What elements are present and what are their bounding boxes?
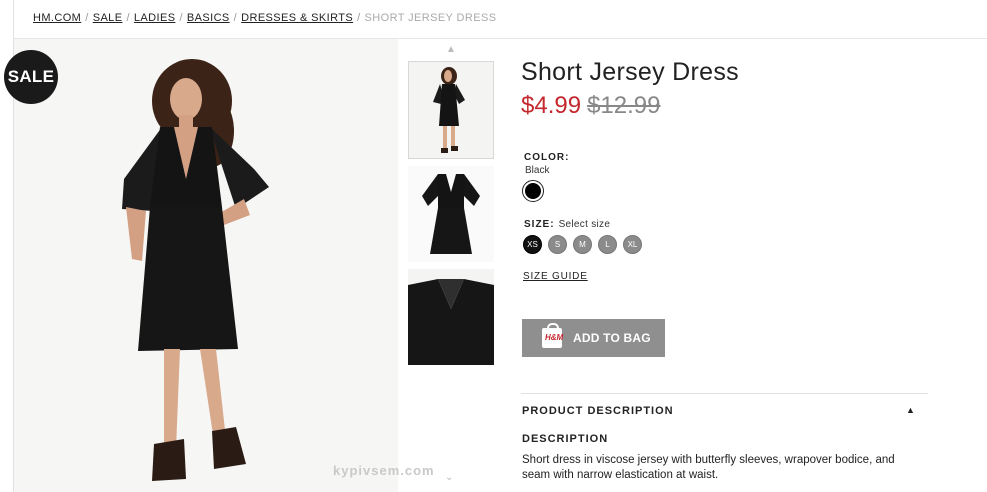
breadcrumb-separator: / [179,12,183,24]
thumbnail-3[interactable] [408,269,494,365]
original-price: $12.99 [587,92,661,119]
breadcrumb-link-dresses-skirts[interactable]: DRESSES & SKIRTS [241,12,353,24]
model-face [170,78,202,120]
add-to-bag-label: ADD TO BAG [573,331,651,345]
thumbnail-1[interactable] [408,61,494,159]
shopping-bag-icon: H&M [542,323,564,348]
thumbnail-up-icon[interactable]: ▲ [408,44,494,55]
model-photo [122,59,269,481]
thumbnail-column: ▲ [408,44,494,372]
breadcrumb-link-sale[interactable]: SALE [93,12,123,24]
size-label: SIZE: [524,219,555,230]
size-guide-link[interactable]: SIZE GUIDE [523,271,588,282]
size-button-xl[interactable]: XL [623,235,642,254]
caret-up-icon[interactable]: ▲ [906,405,915,415]
color-label: COLOR: [524,152,570,163]
breadcrumb-link-hm[interactable]: HM.COM [33,12,81,24]
breadcrumb-separator: / [357,12,361,24]
breadcrumb-separator: / [85,12,89,24]
product-title: Short Jersey Dress [521,58,739,86]
breadcrumb-link-ladies[interactable]: LADIES [134,12,176,24]
breadcrumb-separator: / [233,12,238,24]
model-left-sandal [152,439,186,481]
size-button-l[interactable]: L [598,235,617,254]
thumbnail-model-icon [433,67,465,153]
price-row: $4.99 $12.99 [521,92,660,120]
thumbnail-down-icon[interactable]: ⌄ [445,472,453,483]
size-button-xs[interactable]: XS [523,235,542,254]
breadcrumb-current: SHORT JERSEY DRESS [364,12,497,24]
thumbnail-dress-flat-icon [422,174,480,254]
size-button-m[interactable]: M [573,235,592,254]
size-row: SIZE: Select size [524,219,610,230]
description-text: Short dress in viscose jersey with butte… [522,454,895,481]
description-subheading: DESCRIPTION [522,433,609,445]
sale-badge: SALE [4,50,58,104]
breadcrumb: HM.COM / SALE / LADIES / BASICS / DRESSES & SKIR… [33,12,496,24]
model-right-leg [200,349,226,441]
thumbnail-2[interactable] [408,166,494,262]
dress-skirt [138,207,238,351]
bag-logo: H&M [545,333,564,342]
watermark: kypivsem.com [333,463,435,478]
breadcrumb-separator: / [126,12,130,24]
color-swatch-black[interactable] [522,180,544,202]
breadcrumb-link-basics[interactable]: BASICS [187,12,230,24]
add-to-bag-button[interactable]: H&M ADD TO BAG [522,319,665,357]
product-description-header[interactable]: PRODUCT DESCRIPTION [522,405,674,417]
model-right-sandal [212,427,246,469]
size-placeholder: Select size [558,219,611,230]
color-value: Black [525,165,550,176]
size-button-s[interactable]: S [548,235,567,254]
swatch-fill [525,183,541,199]
model-left-leg [164,349,180,449]
size-options: XS S M L XL [523,235,642,254]
product-main-image[interactable] [14,39,398,492]
thumbnail-detail-icon [408,269,494,365]
model-left-arm [126,207,146,261]
description-divider [521,393,928,394]
sale-price: $4.99 [521,92,582,119]
